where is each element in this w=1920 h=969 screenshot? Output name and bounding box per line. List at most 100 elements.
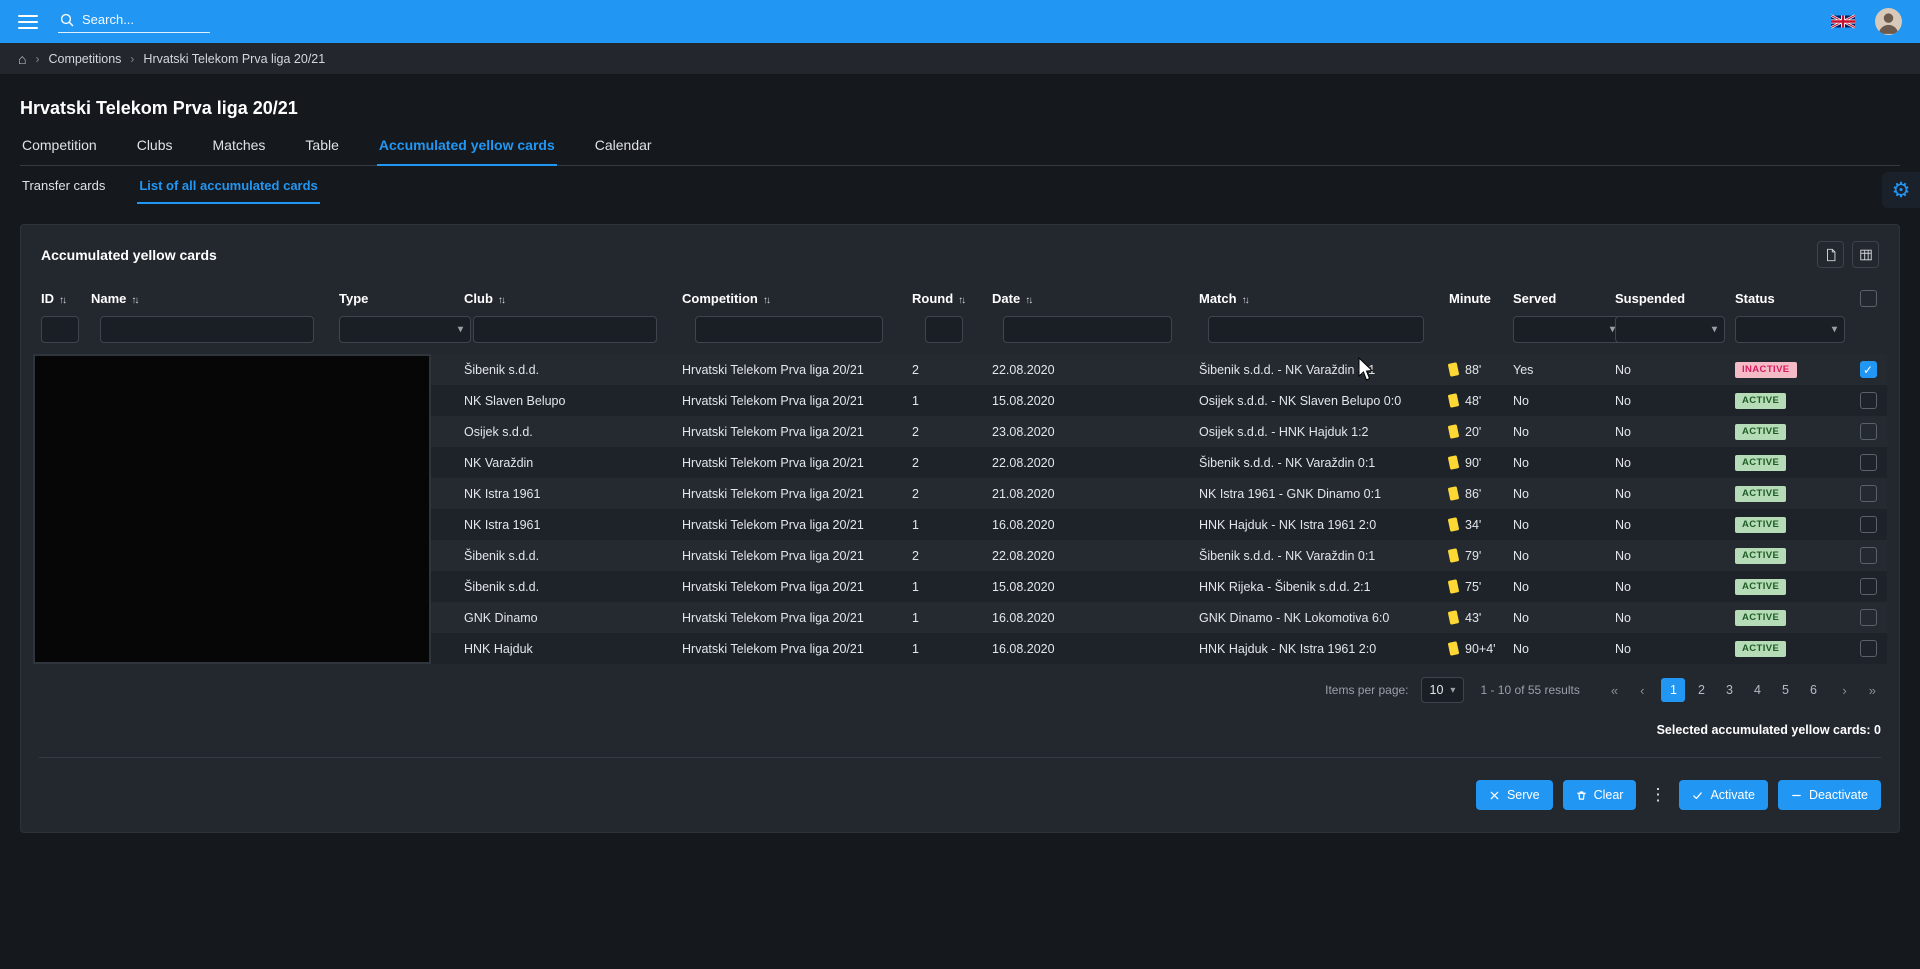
column-header-round[interactable]: Round↑↓ (904, 282, 984, 314)
page-button-3[interactable]: 3 (1717, 678, 1741, 702)
filter-input-match[interactable] (1208, 316, 1423, 343)
cell-select (1849, 478, 1887, 509)
first-page-button[interactable]: « (1606, 683, 1623, 698)
page-button-1[interactable]: 1 (1661, 678, 1685, 702)
action-clear-button[interactable]: Clear (1563, 780, 1637, 810)
breadcrumb-competitions[interactable]: Competitions (48, 52, 121, 66)
cell-competition: Hrvatski Telekom Prva liga 20/21 (674, 354, 904, 385)
row-checkbox[interactable] (1860, 392, 1877, 409)
sort-icon[interactable]: ↑↓ (763, 295, 769, 306)
column-header-suspended: Suspended (1607, 282, 1727, 314)
filter-input-club[interactable] (473, 316, 657, 343)
action-deactivate-button[interactable]: Deactivate (1778, 780, 1881, 810)
filter-select-suspended[interactable]: ▾ (1615, 316, 1725, 343)
cell-served: No (1505, 571, 1607, 602)
cell-served: No (1505, 478, 1607, 509)
row-checkbox[interactable] (1860, 578, 1877, 595)
filter-select-type[interactable]: ▾ (339, 316, 471, 343)
sort-icon[interactable]: ↑↓ (59, 295, 65, 306)
action-group-right: Activate Deactivate (1679, 780, 1881, 810)
row-checkbox[interactable] (1860, 454, 1877, 471)
sort-icon[interactable]: ↑↓ (1242, 295, 1248, 306)
filter-row: ▾▾▾▾ (33, 314, 1887, 354)
minute-value: 43' (1465, 611, 1481, 625)
table-columns-button[interactable] (1852, 241, 1879, 268)
column-header-id[interactable]: ID↑↓ (33, 282, 83, 314)
sort-icon[interactable]: ↑↓ (498, 295, 504, 306)
tab-table[interactable]: Table (303, 137, 340, 165)
filter-input-competition[interactable] (695, 316, 883, 343)
row-checkbox[interactable] (1860, 423, 1877, 440)
export-file-button[interactable] (1817, 241, 1844, 268)
sort-icon[interactable]: ↑↓ (1025, 295, 1031, 306)
cell-competition: Hrvatski Telekom Prva liga 20/21 (674, 478, 904, 509)
action-activate-button[interactable]: Activate (1679, 780, 1767, 810)
sort-icon[interactable]: ↑↓ (958, 295, 964, 306)
row-checkbox[interactable] (1860, 640, 1877, 657)
column-header-name[interactable]: Name ↑↓ (83, 282, 331, 314)
filter-input-id[interactable] (41, 316, 79, 343)
column-header-club[interactable]: Club↑↓ (456, 282, 674, 314)
last-page-button[interactable]: » (1864, 683, 1881, 698)
minute-value: 34' (1465, 518, 1481, 532)
page-button-5[interactable]: 5 (1773, 678, 1797, 702)
hamburger-menu-icon[interactable] (18, 15, 38, 29)
cell-suspended: No (1607, 509, 1727, 540)
filter-input-date[interactable] (1003, 316, 1171, 343)
cell-minute: 43' (1441, 602, 1505, 633)
items-per-page-select[interactable]: 10 ▾ (1421, 677, 1465, 703)
language-flag-icon[interactable] (1831, 14, 1855, 29)
filter-cell-type: ▾ (331, 314, 456, 354)
cell-competition: Hrvatski Telekom Prva liga 20/21 (674, 602, 904, 633)
minute-value: 75' (1465, 580, 1481, 594)
column-label: Type (339, 291, 368, 306)
row-checkbox[interactable] (1860, 547, 1877, 564)
page-title: Hrvatski Telekom Prva liga 20/21 (20, 98, 1900, 119)
filter-select-status[interactable]: ▾ (1735, 316, 1845, 343)
cell-club: Osijek s.d.d. (456, 416, 674, 447)
home-icon[interactable]: ⌂ (18, 52, 26, 66)
column-header-date[interactable]: Date↑↓ (984, 282, 1191, 314)
cell-served: Yes (1505, 354, 1607, 385)
cell-status: ACTIVE (1727, 602, 1849, 633)
cell-competition: Hrvatski Telekom Prva liga 20/21 (674, 416, 904, 447)
column-header-match[interactable]: Match↑↓ (1191, 282, 1441, 314)
minute-value: 90+4' (1465, 642, 1496, 656)
tab-clubs[interactable]: Clubs (135, 137, 175, 165)
column-header-status: Status (1727, 282, 1849, 314)
tab-competition[interactable]: Competition (20, 137, 99, 165)
row-checkbox[interactable] (1860, 485, 1877, 502)
search-box[interactable] (58, 10, 210, 33)
cell-status: ACTIVE (1727, 509, 1849, 540)
cell-competition: Hrvatski Telekom Prva liga 20/21 (674, 571, 904, 602)
prev-page-button[interactable]: ‹ (1635, 683, 1649, 698)
cell-date: 16.08.2020 (984, 602, 1191, 633)
table-columns-icon (1859, 248, 1873, 262)
select-all-checkbox[interactable] (1860, 290, 1877, 307)
tab-calendar[interactable]: Calendar (593, 137, 654, 165)
cell-date: 21.08.2020 (984, 478, 1191, 509)
row-checkbox[interactable] (1860, 516, 1877, 533)
subtab-list-of-all-accumulated-cards[interactable]: List of all accumulated cards (137, 178, 319, 204)
row-checkbox[interactable]: ✓ (1860, 361, 1877, 378)
tab-accumulated-yellow-cards[interactable]: Accumulated yellow cards (377, 137, 557, 166)
row-checkbox[interactable] (1860, 609, 1877, 626)
more-options-icon[interactable]: ⋮ (1646, 785, 1669, 805)
yellow-card-icon (1448, 486, 1460, 501)
column-label: Name (91, 291, 126, 306)
filter-input-round[interactable] (925, 316, 963, 343)
sort-icon[interactable]: ↑↓ (131, 295, 137, 306)
cell-match: HNK Rijeka - Šibenik s.d.d. 2:1 (1191, 571, 1441, 602)
tab-matches[interactable]: Matches (211, 137, 268, 165)
page-button-4[interactable]: 4 (1745, 678, 1769, 702)
user-avatar[interactable] (1875, 8, 1902, 35)
column-header-competition[interactable]: Competition↑↓ (674, 282, 904, 314)
subtab-transfer-cards[interactable]: Transfer cards (20, 178, 107, 204)
filter-input-name[interactable] (100, 316, 313, 343)
settings-gear-button[interactable]: ⚙ (1882, 172, 1920, 208)
next-page-button[interactable]: › (1837, 683, 1851, 698)
page-button-6[interactable]: 6 (1801, 678, 1825, 702)
page-button-2[interactable]: 2 (1689, 678, 1713, 702)
search-input[interactable] (82, 12, 208, 27)
action-serve-button[interactable]: Serve (1476, 780, 1553, 810)
